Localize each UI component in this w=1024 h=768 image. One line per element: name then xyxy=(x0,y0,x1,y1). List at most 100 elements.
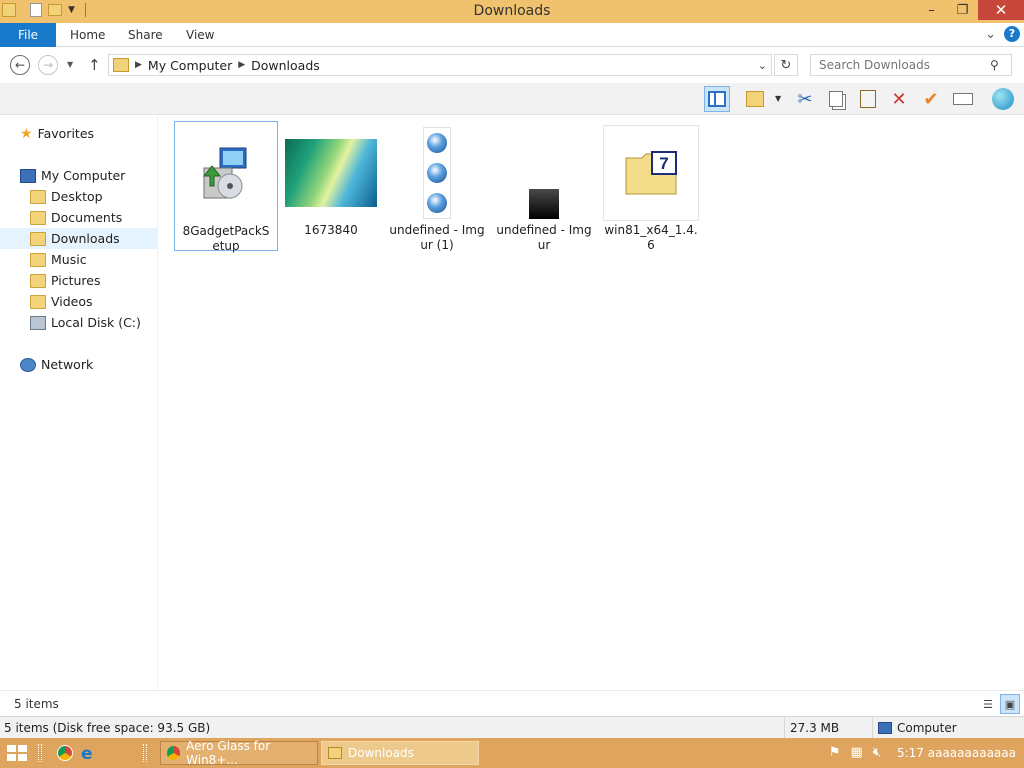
svg-text:7: 7 xyxy=(659,154,668,173)
taskbar-grip xyxy=(38,744,42,762)
nav-local-disk[interactable]: Local Disk (C:) xyxy=(0,312,157,333)
help-icon[interactable]: ? xyxy=(1004,26,1020,42)
preview-pane-button[interactable] xyxy=(704,86,730,112)
ribbon-tabs: File Home Share View ⌄ ? xyxy=(0,23,1024,47)
address-dropdown-icon[interactable]: ⌄ xyxy=(758,59,767,72)
file-item[interactable]: undefined - Imgur xyxy=(492,121,596,253)
scissors-icon: ✂ xyxy=(797,88,813,110)
refresh-button[interactable]: ↻ xyxy=(774,54,798,76)
image-thumbnail xyxy=(389,125,485,221)
back-button[interactable]: ← xyxy=(10,55,30,75)
file-item[interactable]: 7 win81_x64_1.4.6 xyxy=(599,121,703,253)
nav-music[interactable]: Music xyxy=(0,249,157,270)
address-bar[interactable]: ▶ My Computer ▶ Downloads ⌄ xyxy=(108,54,772,76)
rename-icon xyxy=(953,93,973,105)
breadcrumb-arrow-icon[interactable]: ▶ xyxy=(238,60,245,70)
window-controls: – ❐ ✕ xyxy=(916,0,1024,20)
status-divider xyxy=(872,717,873,739)
taskbar-app-chrome[interactable]: Aero Glass for Win8+... xyxy=(160,739,318,767)
clock[interactable]: 5:17 aaaaaaaaaaaa xyxy=(897,746,1016,760)
large-icons-view-button[interactable]: ▣ xyxy=(1000,694,1020,714)
taskbar-app-label: Aero Glass for Win8+... xyxy=(186,739,271,767)
change-view-button[interactable] xyxy=(742,86,768,112)
nav-label: Favorites xyxy=(37,126,95,141)
file-name: undefined - Imgur xyxy=(496,223,592,252)
maximize-button[interactable]: ❐ xyxy=(947,0,978,20)
view-switcher: ☰ ▣ xyxy=(978,694,1020,714)
search-icon[interactable]: ⚲ xyxy=(990,58,999,72)
forward-arrow-icon: → xyxy=(42,58,54,72)
recent-locations-icon[interactable]: ▼ xyxy=(67,60,73,69)
internet-explorer-icon[interactable]: e xyxy=(81,744,93,764)
folder-icon xyxy=(30,273,46,288)
computer-icon xyxy=(20,168,36,183)
tab-file[interactable]: File xyxy=(0,23,56,47)
chrome-icon[interactable] xyxy=(57,745,73,761)
view-dropdown-icon[interactable]: ▼ xyxy=(775,94,781,103)
breadcrumb-arrow-icon[interactable]: ▶ xyxy=(135,60,142,70)
network-status-icon[interactable]: ▦ xyxy=(850,745,862,760)
checkmark-icon: ✔ xyxy=(923,88,939,110)
copy-button[interactable] xyxy=(823,86,849,112)
nav-label: Local Disk (C:) xyxy=(51,315,141,330)
nav-favorites[interactable]: ★ Favorites xyxy=(0,123,157,144)
file-item[interactable]: 8GadgetPackSetup xyxy=(174,121,278,253)
search-input[interactable] xyxy=(810,54,1012,76)
image-thumbnail xyxy=(283,125,379,221)
volume-muted-icon[interactable]: 🔇︎ xyxy=(873,745,881,760)
nav-network[interactable]: Network xyxy=(0,354,157,375)
up-arrow-icon[interactable]: ↑ xyxy=(88,56,101,74)
installer-icon xyxy=(178,126,274,222)
taskbar: e Aero Glass for Win8+... Downloads ⚑ ▦ … xyxy=(0,738,1024,768)
nav-videos[interactable]: Videos xyxy=(0,291,157,312)
file-item[interactable]: 1673840 xyxy=(279,121,383,238)
nav-my-computer[interactable]: My Computer xyxy=(0,165,157,186)
cut-button[interactable]: ✂ xyxy=(792,86,818,112)
forward-button[interactable]: → xyxy=(38,55,58,75)
refresh-icon: ↻ xyxy=(780,57,792,73)
close-button[interactable]: ✕ xyxy=(978,0,1024,20)
drive-icon xyxy=(30,315,46,330)
nav-desktop[interactable]: Desktop xyxy=(0,186,157,207)
breadcrumb-downloads[interactable]: Downloads xyxy=(251,58,320,73)
nav-label: Network xyxy=(41,357,94,372)
star-icon: ★ xyxy=(20,125,33,142)
file-item[interactable]: undefined - Imgur (1) xyxy=(385,121,489,253)
taskbar-app-downloads[interactable]: Downloads xyxy=(321,741,479,765)
title-bar: ▼ Downloads – ❐ ✕ xyxy=(0,0,1024,23)
windows-logo-icon xyxy=(7,745,27,761)
tab-share[interactable]: Share xyxy=(128,23,163,47)
tab-home[interactable]: Home xyxy=(70,23,105,47)
location-cell: Computer xyxy=(878,721,957,735)
select-button[interactable]: ✔ xyxy=(918,86,944,112)
computer-icon xyxy=(878,722,892,734)
status-divider xyxy=(784,717,785,739)
folder-icon xyxy=(30,210,46,225)
downloads-folder-icon xyxy=(113,58,129,72)
tab-view[interactable]: View xyxy=(186,23,214,47)
expand-ribbon-icon[interactable]: ⌄ xyxy=(985,27,996,42)
paste-button[interactable] xyxy=(855,86,881,112)
rename-button[interactable] xyxy=(950,86,976,112)
window-title: Downloads xyxy=(473,3,551,19)
status-bar: 5 items (Disk free space: 93.5 GB) 27.3 … xyxy=(0,716,1024,739)
nav-label: My Computer xyxy=(41,168,126,183)
nav-documents[interactable]: Documents xyxy=(0,207,157,228)
windows-orb-icon xyxy=(427,193,447,213)
delete-button[interactable]: ✕ xyxy=(886,86,912,112)
action-center-icon[interactable]: ⚑ xyxy=(829,745,841,760)
breadcrumb-my-computer[interactable]: My Computer xyxy=(148,58,232,73)
7z-archive-icon: 7 xyxy=(603,125,699,221)
start-button[interactable] xyxy=(6,744,28,762)
layout-pane-icon xyxy=(708,91,726,107)
details-view-button[interactable]: ☰ xyxy=(978,694,998,714)
minimize-button[interactable]: – xyxy=(916,0,947,20)
item-status-bar: 5 items ☰ ▣ xyxy=(0,690,1024,716)
nav-pictures[interactable]: Pictures xyxy=(0,270,157,291)
network-button[interactable] xyxy=(990,86,1016,112)
nav-downloads[interactable]: Downloads xyxy=(0,228,157,249)
command-toolbar: ▼ ✂ ✕ ✔ xyxy=(0,83,1024,115)
clipboard-icon xyxy=(860,90,876,108)
folder-icon xyxy=(30,189,46,204)
file-name: 1673840 xyxy=(304,223,358,237)
